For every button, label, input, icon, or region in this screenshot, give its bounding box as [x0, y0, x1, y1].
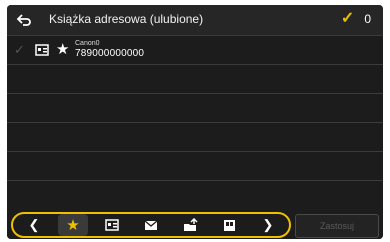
favorites-filter-button[interactable]: ★ — [58, 214, 88, 236]
memory-card-icon — [223, 219, 235, 231]
address-book-icon — [105, 219, 119, 231]
address-book-icon — [35, 44, 49, 56]
back-arrow-icon — [16, 14, 31, 26]
list-item[interactable]: ✓ ★ Canon0 789000000000 — [7, 36, 383, 65]
envelope-icon — [144, 220, 158, 230]
page-title: Książka adresowa (ulubione) — [49, 12, 204, 26]
empty-list-row — [7, 65, 383, 94]
checkbox-check-icon[interactable]: ✓ — [14, 42, 25, 58]
empty-list-row — [7, 181, 383, 210]
next-button[interactable]: ❯ — [253, 214, 283, 236]
address-list: ✓ ★ Canon0 789000000000 — [7, 36, 383, 210]
empty-list-row — [7, 94, 383, 123]
back-button[interactable] — [11, 9, 37, 31]
previous-button[interactable]: ❮ — [19, 214, 49, 236]
screen: Książka adresowa (ulubione) ✓ 0 ✓ ★ Cano… — [7, 5, 383, 239]
empty-list-row — [7, 152, 383, 181]
filter-toolbar: ❮ ★ ❯ — [11, 212, 291, 238]
address-book-filter-button[interactable] — [97, 214, 127, 236]
bottom-bar: ❮ ★ ❯ Zastosuj — [7, 209, 383, 239]
shared-folder-filter-button[interactable] — [175, 214, 205, 236]
selected-count: 0 — [364, 12, 371, 26]
email-filter-button[interactable] — [136, 214, 166, 236]
memory-media-filter-button[interactable] — [214, 214, 244, 236]
chevron-left-icon: ❮ — [28, 217, 40, 232]
folder-share-icon — [183, 218, 198, 231]
favorite-star-icon: ★ — [56, 41, 70, 58]
empty-list-row — [7, 123, 383, 152]
apply-button[interactable]: Zastosuj — [295, 214, 379, 238]
selection-status: ✓ 0 — [341, 11, 371, 27]
entry-number: 789000000000 — [75, 48, 145, 59]
check-icon: ✓ — [340, 10, 355, 27]
title-bar: Książka adresowa (ulubione) ✓ 0 — [7, 5, 383, 36]
chevron-right-icon: ❯ — [262, 217, 274, 232]
star-icon: ★ — [66, 217, 80, 234]
entry-name: Canon0 — [75, 40, 100, 47]
